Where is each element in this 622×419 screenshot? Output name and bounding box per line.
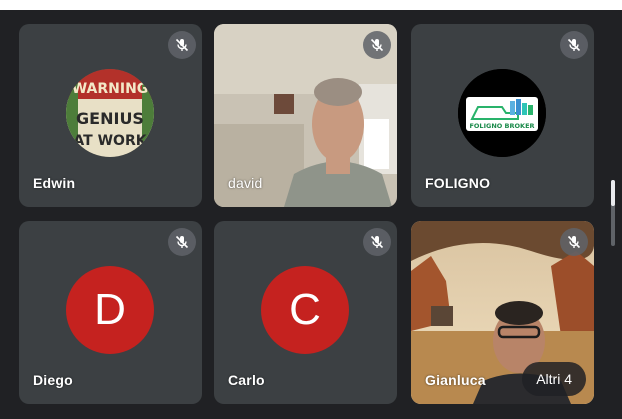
avatar-initial: D xyxy=(66,266,154,354)
avatar: WARNING GENIUS AT WORK xyxy=(66,69,154,157)
meeting-window: WARNING GENIUS AT WORK Edwin david FOLIG… xyxy=(0,0,622,419)
avatar: FOLIGNO BROKER xyxy=(458,69,546,157)
svg-text:FOLIGNO BROKER: FOLIGNO BROKER xyxy=(469,122,534,130)
participant-name: FOLIGNO xyxy=(425,175,491,191)
muted-indicator xyxy=(168,31,196,59)
scrollbar[interactable] xyxy=(611,180,615,246)
participant-name: Carlo xyxy=(228,372,265,388)
svg-text:GENIUS: GENIUS xyxy=(76,109,144,128)
mic-off-icon xyxy=(370,235,384,249)
participant-tile-diego[interactable]: D Diego xyxy=(19,221,202,404)
warning-genius-logo: WARNING GENIUS AT WORK xyxy=(66,69,154,157)
mic-off-icon xyxy=(175,235,189,249)
muted-indicator xyxy=(168,228,196,256)
mic-off-icon xyxy=(175,38,189,52)
mic-off-icon xyxy=(567,235,581,249)
participant-tile-foligno[interactable]: FOLIGNO BROKER FOLIGNO xyxy=(411,24,594,207)
participant-tile-david[interactable]: david xyxy=(214,24,397,207)
more-participants-button[interactable]: Altri 4 xyxy=(522,362,586,396)
avatar-initial: C xyxy=(261,266,349,354)
participant-name: david xyxy=(228,175,263,191)
muted-indicator xyxy=(363,31,391,59)
foligno-broker-logo: FOLIGNO BROKER xyxy=(458,69,546,157)
participant-tile-carlo[interactable]: C Carlo xyxy=(214,221,397,404)
muted-indicator xyxy=(560,31,588,59)
participant-name: Edwin xyxy=(33,175,76,191)
muted-indicator xyxy=(560,228,588,256)
participant-name: Gianluca xyxy=(425,372,486,388)
muted-indicator xyxy=(363,228,391,256)
participant-tile-gianluca[interactable]: Gianluca Altri 4 xyxy=(411,221,594,404)
mic-off-icon xyxy=(370,38,384,52)
svg-text:AT WORK: AT WORK xyxy=(73,133,147,149)
svg-text:WARNING: WARNING xyxy=(72,81,149,97)
participant-grid: WARNING GENIUS AT WORK Edwin david FOLIG… xyxy=(0,10,622,419)
participant-tile-edwin[interactable]: WARNING GENIUS AT WORK Edwin xyxy=(19,24,202,207)
participant-name: Diego xyxy=(33,372,73,388)
scrollbar-thumb[interactable] xyxy=(611,180,615,206)
mic-off-icon xyxy=(567,38,581,52)
